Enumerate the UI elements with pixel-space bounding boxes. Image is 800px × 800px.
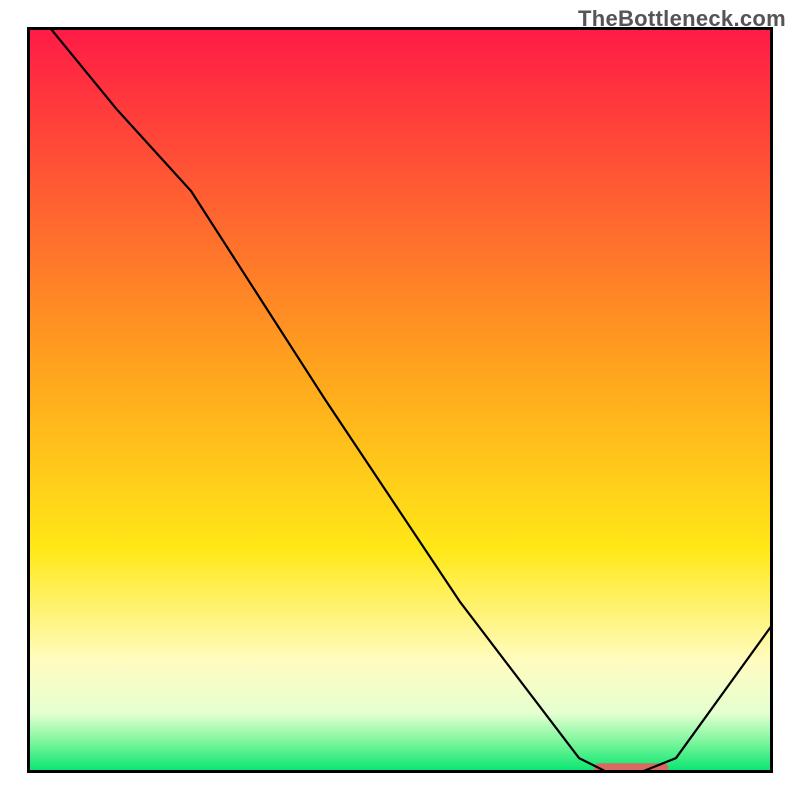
chart-frame: TheBottleneck.com: [0, 0, 800, 800]
plot-svg: [27, 27, 773, 773]
plot-background: [27, 27, 773, 773]
plot-area: [27, 27, 773, 773]
